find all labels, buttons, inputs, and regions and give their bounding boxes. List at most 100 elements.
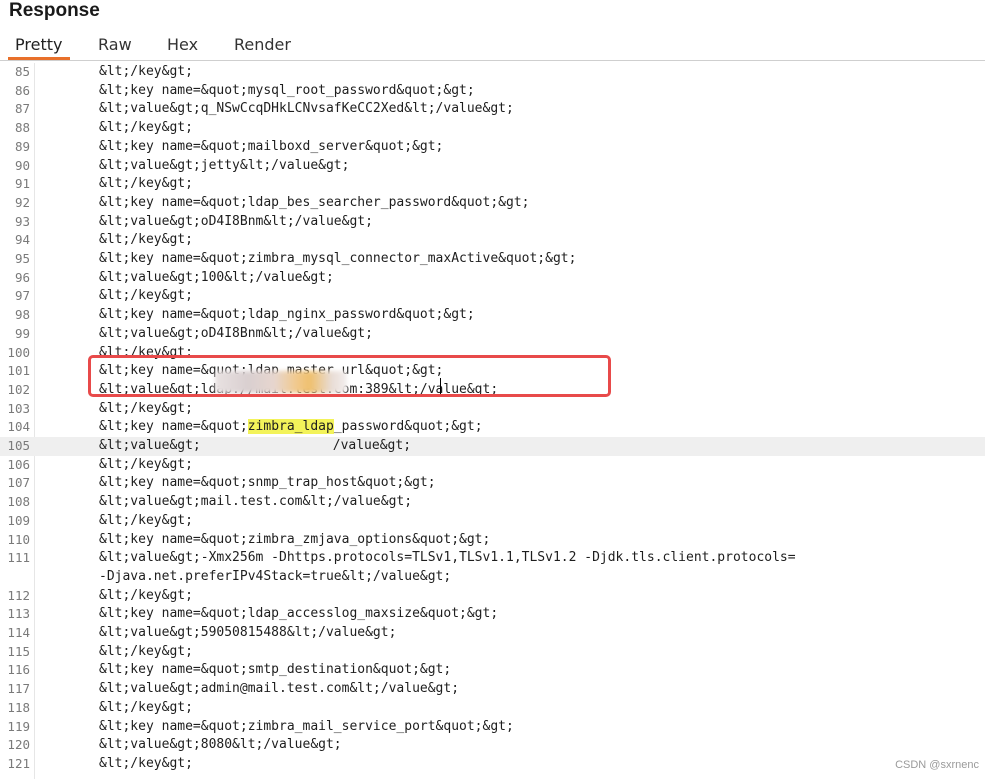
code-line: 87 &lt;value&gt;q_NSwCcqDHkLCNvsafKeCC2Xe… [0, 100, 985, 119]
line-number: 115 [7, 643, 30, 659]
line-number: 121 [7, 755, 30, 771]
line-number: 93 [14, 213, 30, 229]
code-text: &lt;key name=&quot;zimbra_ldap_password&… [99, 418, 483, 437]
code-text: &lt;key name=&quot;mailboxd_server&quot;… [99, 138, 444, 154]
line-number: 120 [7, 737, 30, 753]
code-text: &lt;value&gt;jetty&lt;/value&gt; [99, 157, 350, 173]
line-number: 87 [14, 101, 30, 117]
code-text: &lt;value&gt;q_NSwCcqDHkLCNvsafKeCC2Xed&… [99, 101, 514, 117]
code-text: &lt;value&gt;8080&lt;/value&gt; [99, 737, 342, 753]
code-line: 89 &lt;key name=&quot;mailboxd_server&quo… [0, 138, 985, 157]
tabs-divider [0, 60, 985, 61]
code-line: 90 &lt;value&gt;jetty&lt;/value&gt; [0, 157, 985, 176]
code-line: 120 &lt;value&gt;8080&lt;/value&gt; [0, 736, 985, 755]
line-number: 86 [14, 82, 30, 98]
code-line: 102&lt;value&gt;ldap://mail.test.com:389… [0, 381, 985, 400]
line-number: 106 [7, 456, 30, 472]
code-line: 100 &lt;/key&gt; [0, 344, 985, 363]
code-line: 110 &lt;key name=&quot;zimbra_zmjava_opti… [0, 531, 985, 550]
panel-title: Response [9, 0, 100, 21]
code-text: -Djava.net.preferIPv4Stack=true&lt;/valu… [99, 568, 452, 584]
code-line: 121 &lt;/key&gt; [0, 755, 985, 774]
code-text: &lt;/key&gt; [99, 587, 193, 603]
code-line: 119 &lt;key name=&quot;zimbra_mail_servic… [0, 718, 985, 737]
code-line: 85 &lt;/key&gt; [0, 63, 985, 82]
line-number: 104 [7, 419, 30, 435]
code-line-current: 105 &lt;value&gt; /value&gt; [0, 437, 985, 456]
code-line: 86 &lt;key name=&quot;mysql_root_password… [0, 82, 985, 101]
code-line: 115 &lt;/key&gt; [0, 643, 985, 662]
code-text: &lt;/key&gt; [99, 176, 193, 192]
code-line: 109 &lt;/key&gt; [0, 512, 985, 531]
code-text: &lt;key name=&quot;zimbra_zmjava_options… [99, 531, 491, 547]
code-text: &lt;/key&gt; [99, 699, 193, 715]
code-line: 94 &lt;/key&gt; [0, 231, 985, 250]
line-number: 105 [7, 438, 30, 453]
code-line: 97 &lt;/key&gt; [0, 287, 985, 306]
line-number: 111 [7, 550, 30, 566]
watermark: CSDN @sxrnenc [895, 759, 979, 771]
code-line: 88 &lt;/key&gt; [0, 119, 985, 138]
code-text: &lt;/key&gt; [99, 288, 193, 304]
tab-raw[interactable]: Raw [98, 35, 132, 54]
line-number: 99 [14, 325, 30, 341]
code-line: 99 &lt;value&gt;oD4I8Bnm&lt;/value&gt; [0, 325, 985, 344]
response-editor[interactable]: 85 &lt;/key&gt; 86 &lt;key name=&quot;mysq… [0, 63, 985, 779]
code-text: &lt;value&gt;mail.test.com&lt;/value&gt; [99, 494, 413, 510]
line-number: 90 [14, 157, 30, 173]
code-text: &lt;/key&gt; [99, 64, 193, 79]
line-number: 85 [14, 64, 30, 79]
line-number: 113 [7, 606, 30, 622]
text-caret [440, 378, 441, 394]
search-highlight: zimbra_ldap [247, 419, 334, 435]
line-number: 119 [7, 718, 30, 734]
code-text: &lt;key name=&quot;ldap_accesslog_maxsiz… [99, 606, 499, 622]
code-text: &lt;/key&gt; [99, 120, 193, 136]
code-line: 116 &lt;key name=&quot;smtp_destination&q… [0, 661, 985, 680]
code-line: 106 &lt;/key&gt; [0, 456, 985, 475]
tab-pretty[interactable]: Pretty [15, 35, 62, 54]
line-number: 89 [14, 138, 30, 154]
code-line-wrapped: -Djava.net.preferIPv4Stack=true&lt;/valu… [0, 568, 985, 587]
code-line: 95 &lt;key name=&quot;zimbra_mysql_connec… [0, 250, 985, 269]
code-text: &lt;/key&gt; [99, 232, 193, 248]
line-number: 91 [14, 176, 30, 192]
code-text: &lt;value&gt;59050815488&lt;/value&gt; [99, 625, 397, 640]
line-number: 97 [14, 288, 30, 304]
line-number: 95 [14, 251, 30, 266]
line-number: 118 [7, 699, 30, 715]
line-number: 103 [7, 400, 30, 416]
code-line: 91 &lt;/key&gt; [0, 175, 985, 194]
code-text: &lt;key name=&quot;zimbra_mysql_connecto… [99, 251, 577, 266]
tab-render[interactable]: Render [234, 35, 291, 54]
view-tabs: Pretty Raw Hex Render [0, 30, 985, 60]
code-text: &lt;/key&gt; [99, 512, 193, 528]
code-text: &lt;key name=&quot;mysql_root_password&q… [99, 82, 475, 98]
code-line: 113 &lt;key name=&quot;ldap_accesslog_max… [0, 605, 985, 624]
code-line: 118 &lt;/key&gt; [0, 699, 985, 718]
code-line: 101&lt;key name=&quot;ldap_master_url&qu… [0, 362, 985, 381]
code-line: 92 &lt;key name=&quot;ldap_bes_searcher_p… [0, 194, 985, 213]
code-text: &lt;value&gt; /value&gt; [99, 437, 411, 456]
code-text: &lt;key name=&quot;ldap_bes_searcher_pas… [99, 194, 530, 210]
line-number: 101 [7, 363, 30, 379]
tab-hex[interactable]: Hex [167, 35, 198, 54]
line-number: 116 [7, 662, 30, 678]
code-text: &lt;value&gt;-Xmx256m -Dhttps.protocols=… [99, 550, 796, 566]
line-number: 109 [7, 512, 30, 528]
line-number: 117 [7, 681, 30, 697]
code-text: &lt;key name=&quot;ldap_nginx_password&q… [99, 307, 475, 323]
code-line: 112 &lt;/key&gt; [0, 587, 985, 606]
line-number: 100 [7, 344, 30, 360]
code-text-suffix: _password&quot;&gt; [333, 419, 483, 435]
code-line: 108 &lt;value&gt;mail.test.com&lt;/value&… [0, 493, 985, 512]
code-text: &lt;key name=&quot;zimbra_mail_service_p… [99, 718, 514, 734]
line-number: 88 [14, 120, 30, 136]
code-line: 107 &lt;key name=&quot;snmp_trap_host&quo… [0, 474, 985, 493]
line-number: 92 [14, 194, 30, 210]
code-text-prefix: &lt;value&gt; [99, 438, 201, 453]
code-text: &lt;key name=&quot;snmp_trap_host&quot;&… [99, 475, 436, 491]
line-number: 98 [14, 307, 30, 323]
code-line: 111 &lt;value&gt;-Xmx256m -Dhttps.protoco… [0, 549, 985, 568]
line-number: 108 [7, 494, 30, 510]
